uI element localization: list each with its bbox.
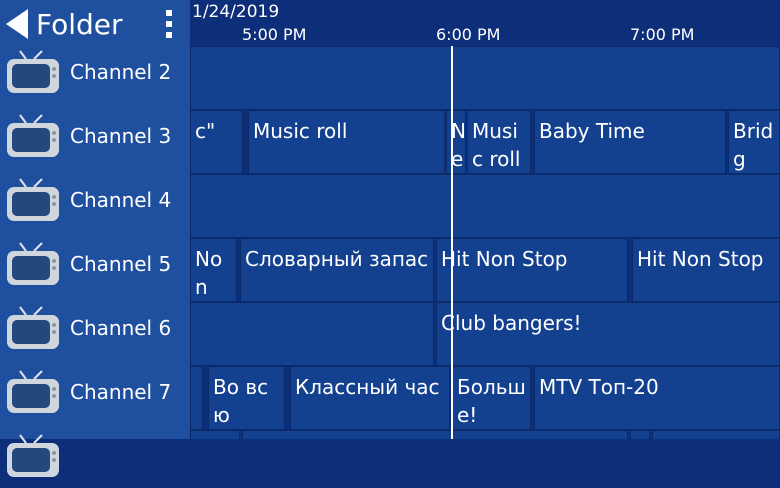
back-button[interactable]: Folder [6,4,123,44]
tv-icon [7,434,59,477]
current-time-indicator [451,46,453,439]
program-cell[interactable]: Baby Time [534,110,726,174]
channel-row[interactable] [0,424,190,488]
program-cell[interactable] [190,174,780,238]
back-arrow-icon [6,9,28,39]
guide-date: 1/24/2019 [192,2,280,22]
program-cell[interactable]: Non о [190,238,237,302]
tv-icon [7,242,59,285]
program-cell[interactable]: Hit Non Stop [436,238,628,302]
program-cell[interactable] [190,430,240,439]
program-cell[interactable]: Bridg [728,110,780,174]
program-cell[interactable]: Во всю [208,366,285,430]
tv-icon [7,50,59,93]
time-slot-7pm: 7:00 PM [630,25,695,44]
tv-icon [7,178,59,221]
channel-row[interactable]: Channel 4 [0,168,190,232]
tv-icon [7,114,59,157]
channel-sidebar: Folder Channel 2 Channel 3 Channel 4 Channe… [0,0,190,477]
channel-row[interactable]: Channel 6 [0,296,190,360]
kebab-menu-icon [166,10,172,38]
program-cell[interactable]: Rock ...t... [652,430,780,439]
program-cell[interactable]: Больше! [452,366,531,430]
folder-title: Folder [36,7,123,41]
channel-name: Channel 4 [70,188,172,212]
channel-name: Channel 3 [70,124,172,148]
program-cell[interactable]: Club bangers! [436,302,780,366]
program-cell[interactable]: Music roll [248,110,445,174]
program-cell[interactable] [190,366,203,430]
time-slot-6pm: 6:00 PM [436,25,501,44]
tv-icon [7,306,59,349]
program-cell[interactable]: Классный час [290,366,450,430]
program-cell[interactable]: Music roll [467,110,531,174]
program-cell[interactable]: MTV Топ-20 [534,366,780,430]
channel-name: Channel 6 [70,316,172,340]
program-cell[interactable]: ... [630,430,650,439]
channel-name: Channel 5 [70,252,172,276]
channel-row[interactable]: Channel 2 [0,40,190,104]
channel-name: Channel 2 [70,60,172,84]
program-cell[interactable]: Hit Non Stop [632,238,780,302]
program-cell[interactable] [190,302,434,366]
more-menu-button[interactable] [158,8,180,40]
channel-row[interactable]: Channel 5 [0,232,190,296]
program-cell[interactable]: c" [190,110,243,174]
channel-row[interactable]: Channel 3 [0,104,190,168]
program-cell[interactable]: Ne [446,110,466,174]
program-cell[interactable]: Словарный запас [240,238,434,302]
program-cell[interactable]: 100% ...the... [242,430,628,439]
tv-icon [7,370,59,413]
channel-name: Channel 7 [70,380,172,404]
channel-row[interactable]: Channel 7 [0,360,190,424]
time-slot-5pm: 5:00 PM [242,25,307,44]
program-cell[interactable] [190,46,780,110]
